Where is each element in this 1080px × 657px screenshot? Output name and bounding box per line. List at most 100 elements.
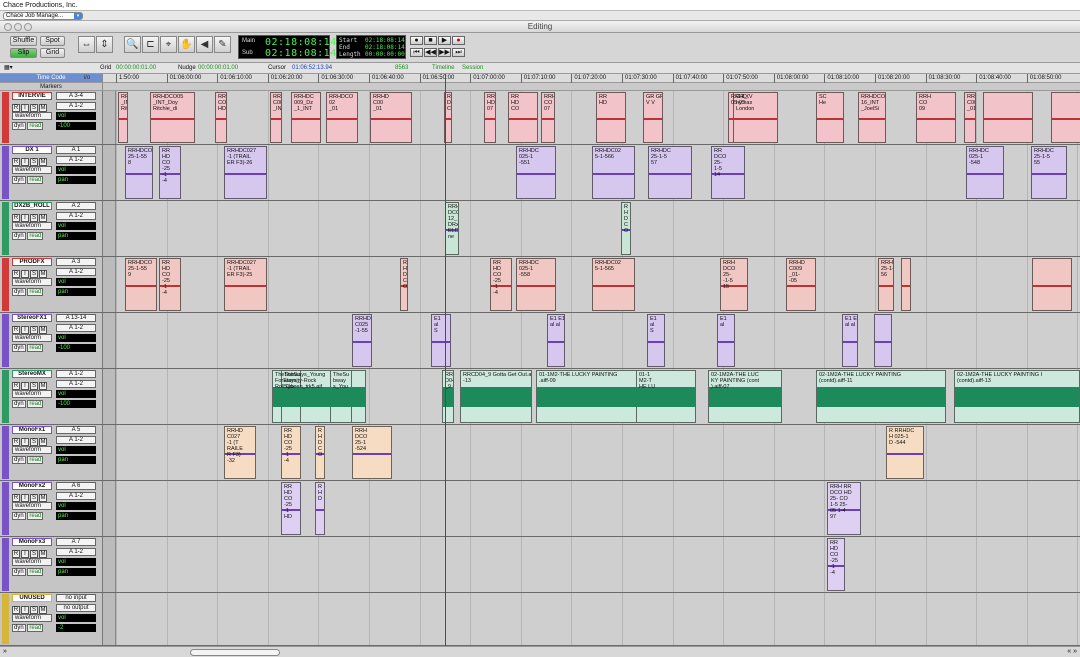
- audio-region[interactable]: RR HD CO -25 -1 HD: [281, 482, 301, 535]
- track-view-select[interactable]: waveform: [12, 614, 52, 622]
- dyn-button[interactable]: dyn: [12, 344, 26, 352]
- automation-mode-select[interactable]: read: [27, 288, 44, 296]
- track-input-select[interactable]: A 3: [56, 258, 96, 266]
- audio-region[interactable]: TheSub ways_ Sub: [281, 370, 301, 423]
- track-input-select[interactable]: A 1-2: [56, 370, 96, 378]
- solo-button[interactable]: S: [30, 326, 38, 334]
- mute-button[interactable]: M: [39, 158, 47, 166]
- track-playlist[interactable]: RRHD C025 -1-55 E1 al S E1 E1 al al E1 al S…: [116, 313, 1080, 368]
- track-name[interactable]: DX 1: [12, 146, 52, 154]
- track-input-select[interactable]: A 7: [56, 538, 96, 546]
- mute-button[interactable]: M: [39, 326, 47, 334]
- track-name[interactable]: PRODFX: [12, 258, 52, 266]
- track-pan[interactable]: -100: [56, 122, 96, 130]
- online-button[interactable]: ●: [410, 36, 423, 45]
- mute-button[interactable]: M: [39, 438, 47, 446]
- audio-region[interactable]: RRHDC 25-1-5 56: [878, 258, 894, 311]
- input-monitor-button[interactable]: I: [21, 550, 29, 558]
- track-volume[interactable]: vol: [56, 112, 96, 120]
- dyn-button[interactable]: dyn: [12, 624, 26, 632]
- solo-button[interactable]: S: [30, 494, 38, 502]
- dyn-button[interactable]: dyn: [12, 568, 26, 576]
- dyn-button[interactable]: dyn: [12, 122, 26, 130]
- solo-button[interactable]: S: [30, 270, 38, 278]
- audio-region[interactable]: RRHDC02 5-1-566: [592, 146, 635, 199]
- audio-region[interactable]: RR HD CO: [508, 92, 538, 143]
- input-monitor-button[interactable]: I: [21, 326, 29, 334]
- input-monitor-button[interactable]: I: [21, 382, 29, 390]
- solo-button[interactable]: S: [30, 606, 38, 614]
- audio-region[interactable]: TheSu bway s_You: [330, 370, 352, 423]
- track-playlist[interactable]: RRHDCO05 _INT_Doy Ritchie_di RRHDCO05 _IN…: [116, 91, 1080, 144]
- selection-display[interactable]: Start 02:18:08:14 End 02:18:08:14 Length…: [336, 35, 406, 59]
- audio-region[interactable]: R H D C O: [400, 258, 408, 311]
- scroll-arrows-icon[interactable]: « »: [1067, 648, 1077, 655]
- solo-button[interactable]: S: [30, 104, 38, 112]
- audio-region[interactable]: RR HD CO -25 -1 -4: [159, 146, 181, 199]
- scroll-thumb[interactable]: [190, 649, 280, 656]
- audio-region[interactable]: RRHDC 025-1 -551: [516, 146, 556, 199]
- audio-region[interactable]: RRH CO 09: [916, 92, 956, 143]
- audio-region[interactable]: RR HD: [596, 92, 626, 143]
- trim-tool-icon[interactable]: ⊏: [142, 36, 159, 53]
- main-counter[interactable]: Main 02:18:08:14 Sub 02:18:08:14: [238, 35, 336, 59]
- audio-region[interactable]: [874, 314, 892, 367]
- track-volume[interactable]: vol: [56, 222, 96, 230]
- audio-region[interactable]: RRHDCO 25-1-55 8: [125, 146, 153, 199]
- track-view-select[interactable]: waveform: [12, 278, 52, 286]
- audio-region[interactable]: E1 E1 al al: [842, 314, 858, 367]
- audio-region[interactable]: 01-1 M2-T HE LU: [636, 370, 696, 423]
- record-enable-button[interactable]: R: [12, 438, 20, 446]
- track-input-select[interactable]: A 5: [56, 426, 96, 434]
- audio-region[interactable]: RRHDC 025-1 -558: [516, 258, 556, 311]
- track-pan[interactable]: pan: [56, 232, 96, 240]
- track-pan[interactable]: pan: [56, 512, 96, 520]
- track-name[interactable]: UNUSED: [12, 594, 52, 602]
- audio-region[interactable]: E1 al: [717, 314, 735, 367]
- stop-button[interactable]: ■: [424, 36, 437, 45]
- audio-region[interactable]: RRHD C009 _01- -05: [786, 258, 816, 311]
- audio-region[interactable]: RRHDC027 -1 (TRAIL ER F3)-26: [224, 146, 267, 199]
- audio-region[interactable]: 01-1M2-THE LUCKY PAINTING .aiff-09: [536, 370, 646, 423]
- mute-button[interactable]: M: [39, 382, 47, 390]
- track-name[interactable]: StereoFX1: [12, 314, 52, 322]
- record-enable-button[interactable]: R: [12, 326, 20, 334]
- input-monitor-button[interactable]: I: [21, 158, 29, 166]
- track-output-select[interactable]: A 1-2: [56, 212, 96, 220]
- automation-mode-select[interactable]: read: [27, 512, 44, 520]
- solo-button[interactable]: S: [30, 382, 38, 390]
- audio-region[interactable]: RRHDC 25-1-5 57: [648, 146, 692, 199]
- audio-region[interactable]: 02-1M2A-THE LUCKY PAINTING I (contd).aif…: [954, 370, 1080, 423]
- audio-region[interactable]: RRH DCO 25- -1-5 15: [720, 258, 748, 311]
- track-playlist[interactable]: RRH DCO 12_ DRx ELD ne R H D C O: [116, 201, 1080, 256]
- timecode-ruler[interactable]: Time Code i/o 1:50:00 01:06:00:00 01:06:10…: [0, 74, 1080, 83]
- selector-tool-icon[interactable]: ⌖: [160, 36, 177, 53]
- mute-button[interactable]: M: [39, 104, 47, 112]
- track-name[interactable]: INTERVIE: [12, 92, 52, 100]
- audio-region[interactable]: RRHDC 25-1-5 55: [1031, 146, 1067, 199]
- track-output-select[interactable]: no output: [56, 604, 96, 612]
- audio-region[interactable]: E1 E1 al al: [547, 314, 565, 367]
- audio-region[interactable]: RR DCO 25- 1-5 14: [711, 146, 745, 199]
- track-volume[interactable]: vol: [56, 166, 96, 174]
- audio-region[interactable]: RRHDCO 16_INT _JoelSi: [858, 92, 886, 143]
- track-view-select[interactable]: waveform: [12, 390, 52, 398]
- audio-region[interactable]: RRH C005 _01: [964, 92, 976, 143]
- track-volume[interactable]: vol: [56, 614, 96, 622]
- input-monitor-button[interactable]: I: [21, 438, 29, 446]
- record-enable-button[interactable]: R: [12, 158, 20, 166]
- track-view-select[interactable]: waveform: [12, 166, 52, 174]
- record-enable-button[interactable]: R: [12, 606, 20, 614]
- track-name[interactable]: MonoFx1: [12, 426, 52, 434]
- zoomer-tool-icon[interactable]: 🔍: [124, 36, 141, 53]
- audio-region[interactable]: RRH DCO 12_ DRx ELD ne: [445, 202, 459, 255]
- audio-region[interactable]: GR GR V V: [643, 92, 663, 143]
- track-view-select[interactable]: waveform: [12, 334, 52, 342]
- audio-region[interactable]: E1 al S: [647, 314, 665, 367]
- audio-region[interactable]: 02-1M2A-THE LUC KY PAINTING (cont ).aiff…: [708, 370, 782, 423]
- track-output-select[interactable]: A 1-2: [56, 436, 96, 444]
- audio-region[interactable]: RRHD C027 -1 (T RAILE R F3) -32: [224, 426, 256, 479]
- automation-mode-select[interactable]: read: [27, 400, 44, 408]
- track-output-select[interactable]: A 1-2: [56, 548, 96, 556]
- audio-region[interactable]: RRHD C00 _01: [370, 92, 412, 143]
